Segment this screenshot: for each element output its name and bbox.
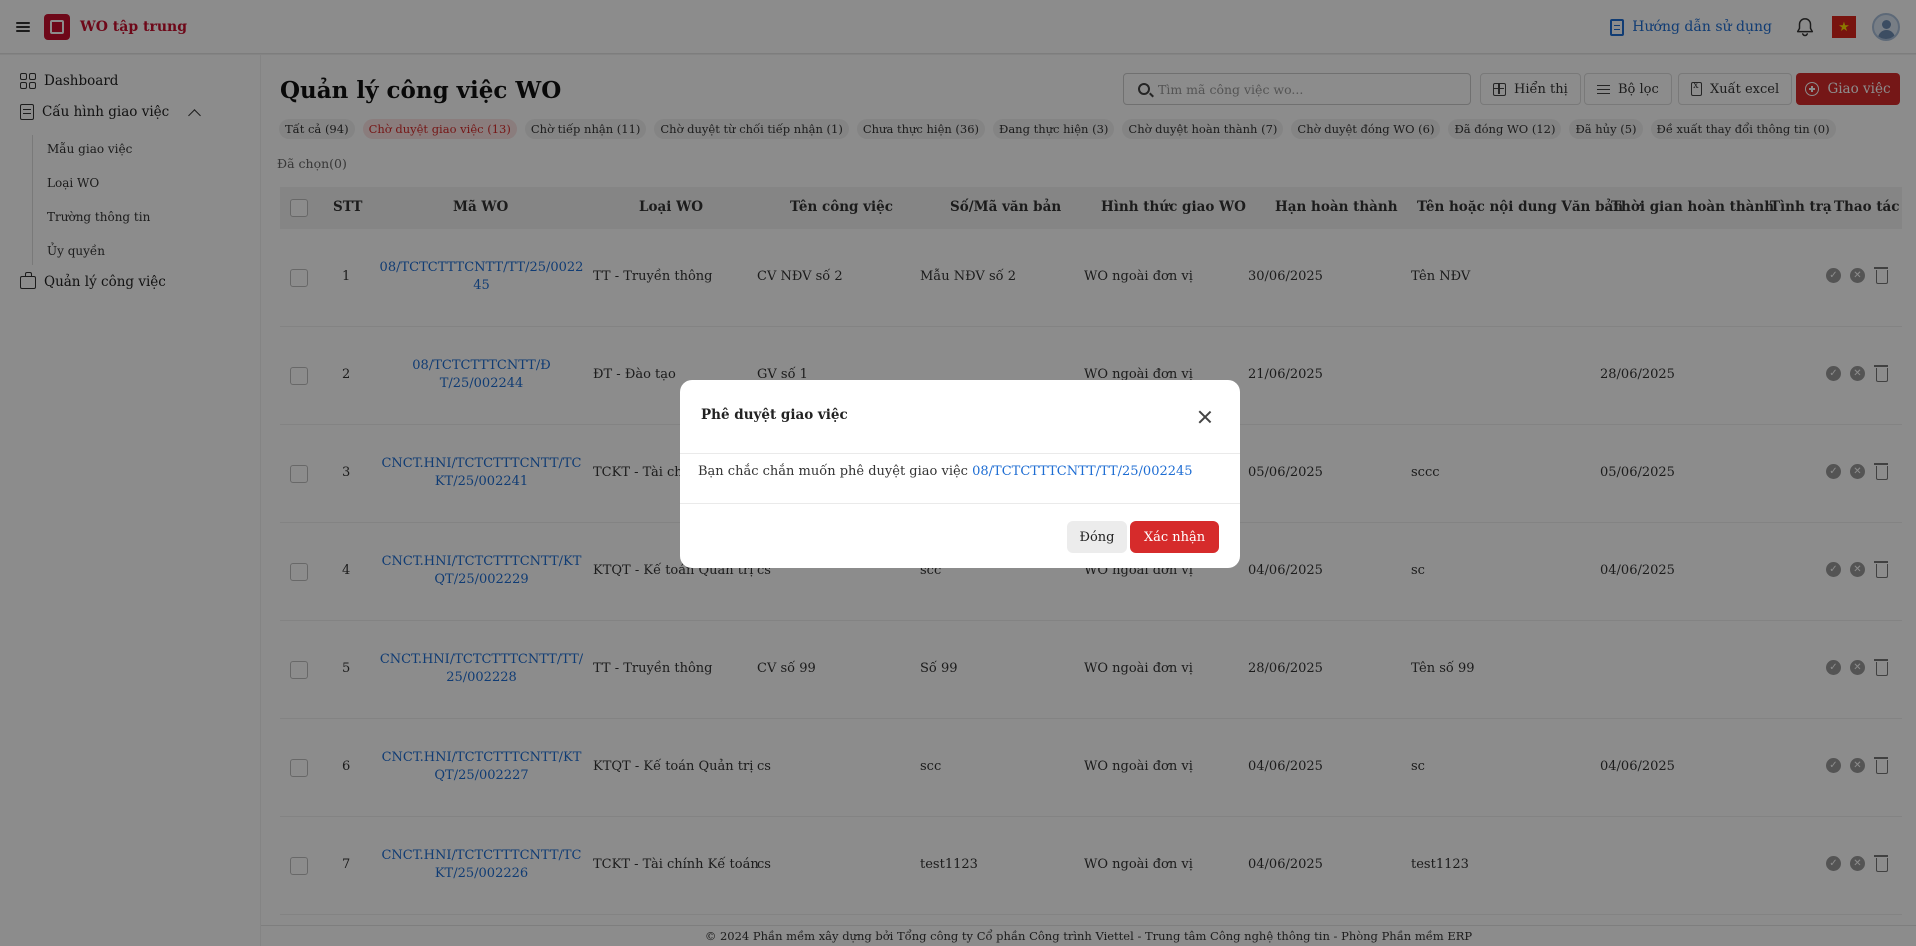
modal-wo-code: 08/TCTCTTTCNTT/TT/25/002245 (972, 464, 1193, 479)
approve-modal: Phê duyệt giao việc Bạn chắc chắn muốn p… (680, 380, 1240, 568)
modal-message: Bạn chắc chắn muốn phê duyệt giao việc 0… (698, 464, 1193, 479)
close-icon[interactable] (1198, 410, 1212, 424)
modal-message-text: Bạn chắc chắn muốn phê duyệt giao việc (698, 464, 968, 479)
confirm-button[interactable]: Xác nhận (1130, 521, 1219, 553)
modal-divider (680, 503, 1240, 504)
modal-divider (680, 453, 1240, 454)
close-button[interactable]: Đóng (1067, 521, 1127, 553)
modal-title: Phê duyệt giao việc (701, 407, 848, 423)
